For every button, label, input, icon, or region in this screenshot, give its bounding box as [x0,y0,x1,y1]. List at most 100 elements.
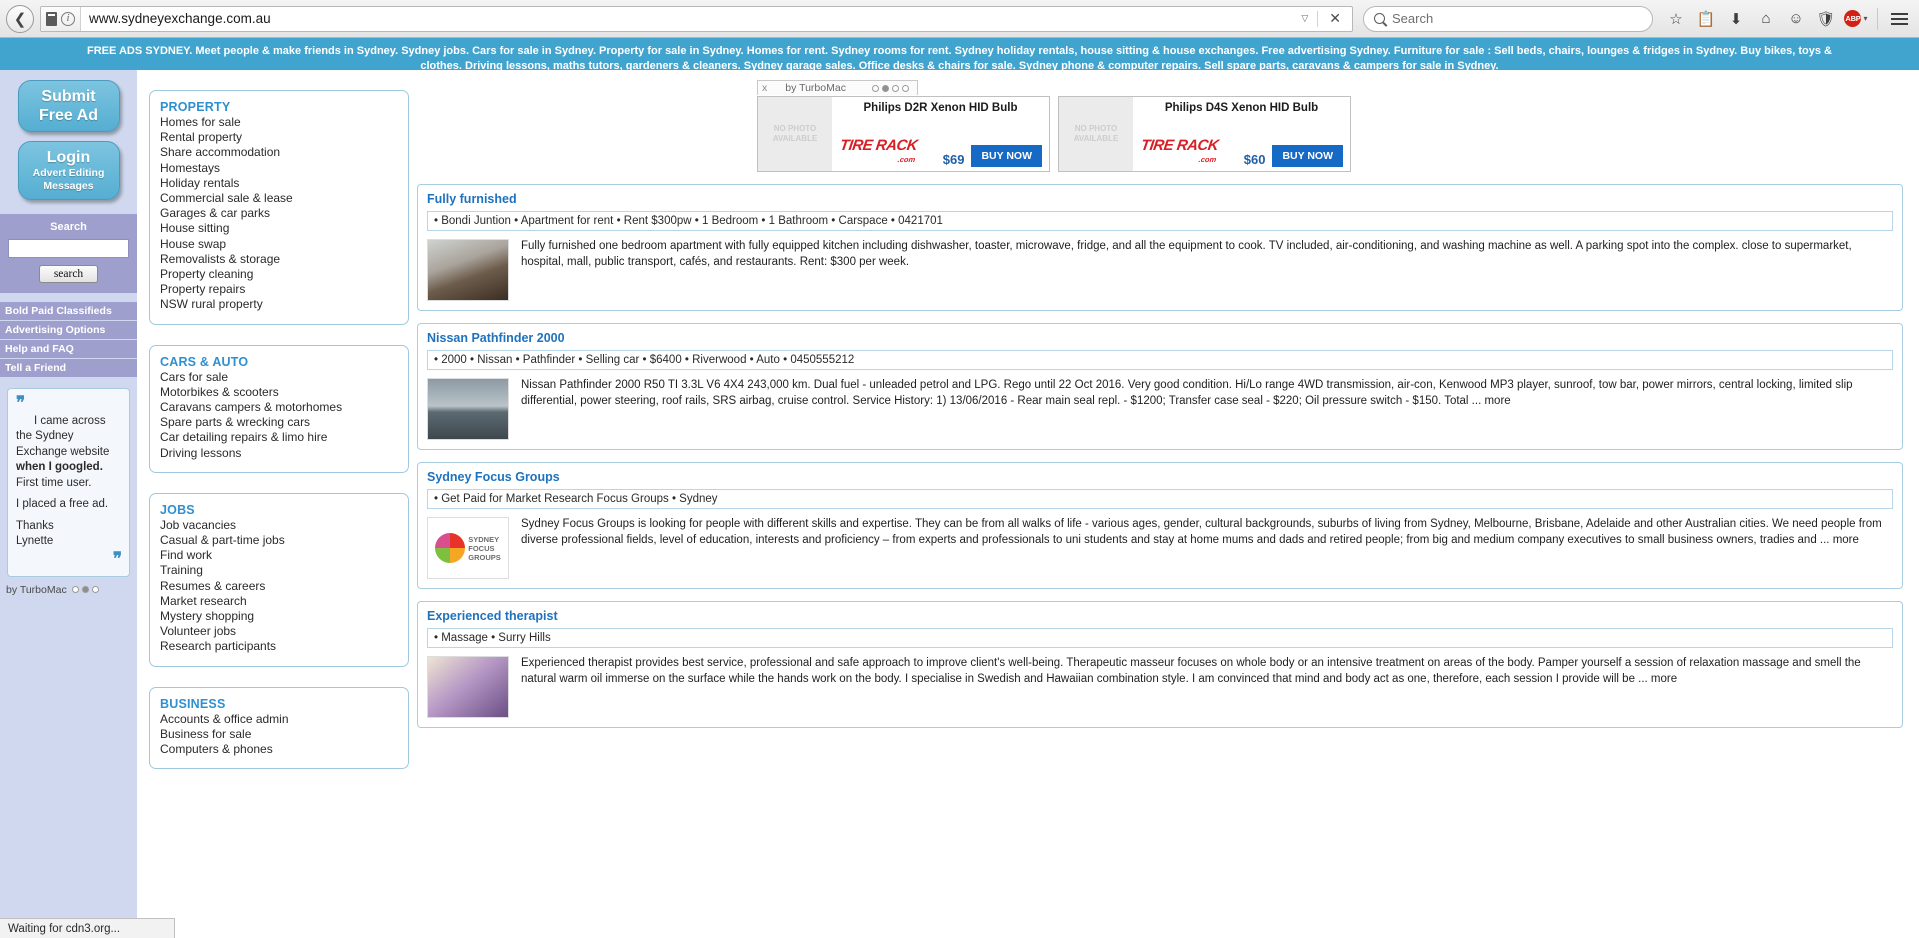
listing-item[interactable]: Sydney Focus Groups • Get Paid for Marke… [417,462,1903,589]
search-input[interactable]: Search [1363,5,1653,32]
category-link[interactable]: Job vacancies [160,518,398,533]
category-link[interactable]: Find work [160,548,398,563]
testimonial-paragraph-3: Thanks [16,519,54,532]
category-link[interactable]: Mystery shopping [160,609,398,624]
focus-groups-wordmark: SYDNEY FOCUS GROUPS [468,535,501,562]
shield-icon[interactable]: 🛡 [1812,5,1840,33]
testimonial-author: Lynette [16,535,54,547]
submit-button-line-2: Free Ad [39,107,98,124]
download-icon[interactable]: ⬇ [1722,5,1750,33]
smiley-icon[interactable]: ☺ [1782,5,1810,33]
buy-now-button[interactable]: BUY NOW [971,145,1042,167]
login-button-line-1: Login [46,149,91,166]
info-icon[interactable]: i [61,11,75,26]
category-link[interactable]: Homestays [160,161,398,176]
category-link[interactable]: Spare parts & wrecking cars [160,415,398,430]
buy-now-button[interactable]: BUY NOW [1272,145,1343,167]
submit-button-line-1: Submit [41,88,96,105]
status-bar: Waiting for cdn3.org... [0,918,175,938]
focus-groups-line-1: SYDNEY [468,534,500,544]
category-link[interactable]: Commercial sale & lease [160,191,398,206]
sidebar-item-advertising-options[interactable]: Advertising Options [0,320,137,340]
category-link[interactable]: Accounts & office admin [160,712,398,727]
category-link[interactable]: Volunteer jobs [160,624,398,639]
ad-close-icon[interactable]: x [762,82,767,94]
listing-item[interactable]: Nissan Pathfinder 2000 • 2000 • Nissan •… [417,323,1903,450]
ad-carousel-dots[interactable] [871,84,909,92]
ad-card[interactable]: NO PHOTO AVAILABLE Philips D4S Xenon HID… [1058,96,1351,172]
category-link[interactable]: House swap [160,237,398,252]
chevron-down-icon[interactable]: ▽ [1292,13,1317,24]
search-icon [1374,13,1385,24]
category-link[interactable]: Property repairs [160,282,398,297]
listing-item[interactable]: Experienced therapist • Massage • Surry … [417,601,1903,728]
adblock-icon[interactable]: ABP ▾ [1842,5,1870,33]
category-link[interactable]: Resumes & careers [160,579,398,594]
listing-title[interactable]: Sydney Focus Groups [427,470,1893,484]
back-arrow-icon[interactable]: ❮ [6,4,34,33]
address-bar[interactable]: i www.sydneyexchange.com.au ▽ ✕ [40,5,1353,32]
menu-icon[interactable] [1885,5,1913,33]
category-link[interactable]: Removalists & storage [160,252,398,267]
testimonial-text-a: I came across the Sydney Exchange websit… [16,414,110,458]
focus-groups-pinwheel-icon [435,533,466,563]
sidebar-search-button[interactable]: search [38,264,99,283]
listing-title[interactable]: Nissan Pathfinder 2000 [427,331,1893,345]
listing-thumbnail[interactable] [427,656,509,718]
category-link[interactable]: Casual & part-time jobs [160,533,398,548]
category-link[interactable]: Rental property [160,130,398,145]
tire-rack-tld: .com [897,155,916,164]
category-link[interactable]: Training [160,563,398,578]
category-link[interactable]: Share accommodation [160,145,398,160]
banner-line-2: clothes. Driving lessons, maths tutors, … [420,60,1499,70]
stop-icon[interactable]: ✕ [1318,10,1352,27]
home-icon[interactable]: ⌂ [1752,5,1780,33]
category-link[interactable]: Caravans campers & motorhomes [160,400,398,415]
sidebar-search-box: Search search [0,214,137,293]
banner-line-1: FREE ADS SYDNEY. Meet people & make frie… [87,45,1832,57]
category-link[interactable]: NSW rural property [160,297,398,312]
category-link[interactable]: Garages & car parks [160,206,398,221]
ad-card[interactable]: NO PHOTO AVAILABLE Philips D2R Xenon HID… [757,96,1050,172]
listing-title[interactable]: Fully furnished [427,192,1893,206]
sidebar-item-help-and-faq[interactable]: Help and FAQ [0,339,137,359]
adblock-chevron-down-icon[interactable]: ▾ [1863,14,1867,23]
category-link[interactable]: Property cleaning [160,267,398,282]
listing-title[interactable]: Experienced therapist [427,609,1893,623]
listing-thumbnail[interactable]: SYDNEY FOCUS GROUPS [427,517,509,579]
sidebar-item-tell-a-friend[interactable]: Tell a Friend [0,358,137,378]
sidebar-search-input[interactable] [8,238,129,258]
sidebar-item-bold-paid-classifieds[interactable]: Bold Paid Classifieds [0,301,137,321]
ad-header: x by TurboMac [757,80,918,95]
category-link[interactable]: Car detailing repairs & limo hire [160,430,398,445]
category-link[interactable]: Motorbikes & scooters [160,385,398,400]
submit-free-ad-button[interactable]: Submit Free Ad [17,80,120,132]
login-button-line-3: Messages [43,180,94,192]
category-link[interactable]: Market research [160,594,398,609]
clipboard-icon[interactable]: 📋 [1692,5,1720,33]
category-link[interactable]: Computers & phones [160,742,398,757]
star-icon[interactable]: ☆ [1662,5,1690,33]
category-link[interactable]: Homes for sale [160,115,398,130]
category-link[interactable]: House sitting [160,221,398,236]
quote-close-icon: ❞ [112,548,122,568]
carousel-dots[interactable] [71,586,99,593]
listing-thumbnail[interactable] [427,239,509,301]
category-card-business: BUSINESS Accounts & office admin Busines… [149,686,409,770]
testimonial-text-bold: when I googled. [16,461,103,473]
listing-item[interactable]: Fully furnished • Bondi Juntion • Apartm… [417,184,1903,311]
category-link[interactable]: Research participants [160,639,398,654]
listing-thumbnail[interactable] [427,378,509,440]
site-identity-chip[interactable]: i [41,6,81,31]
category-link[interactable]: Holiday rentals [160,176,398,191]
top-ad-strip: x by TurboMac NO PHOTO AVAILABLE Philips… [417,78,1903,172]
toolbar-icons: ☆ 📋 ⬇ ⌂ ☺ 🛡 ABP ▾ [1662,5,1913,33]
category-link[interactable]: Driving lessons [160,446,398,461]
url-text[interactable]: www.sydneyexchange.com.au [81,11,1292,26]
category-link[interactable]: Business for sale [160,727,398,742]
ad-byline-label: by TurboMac [785,82,846,94]
login-button[interactable]: Login Advert Editing Messages [17,141,120,200]
ad-price: $60 [1243,152,1266,167]
category-link[interactable]: Cars for sale [160,370,398,385]
testimonial-paragraph-1: I came across the Sydney Exchange websit… [16,414,121,492]
